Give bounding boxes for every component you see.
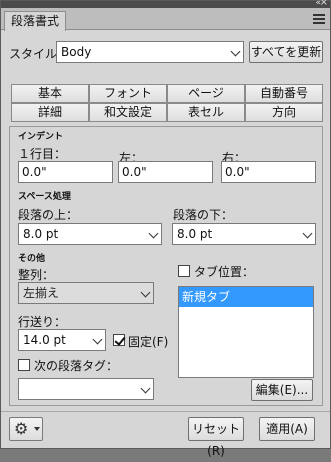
space-above-select[interactable]: 8.0 pt: [18, 223, 162, 245]
leading-select[interactable]: 14.0 pt: [18, 329, 106, 351]
fixed-checkbox[interactable]: [113, 334, 125, 346]
dropdown-arrow-icon: [34, 427, 40, 431]
leading-label: 行送り：: [18, 315, 67, 329]
alignment-label: 整列：: [18, 268, 55, 282]
alignment-select[interactable]: 左揃え: [18, 282, 154, 304]
list-item[interactable]: 新規タブ: [179, 287, 313, 307]
chevron-down-icon: [148, 228, 159, 239]
gear-icon: ⚙: [14, 419, 29, 438]
tab-direction[interactable]: 方向: [245, 103, 323, 122]
chevron-down-icon: [230, 46, 241, 57]
close-icon[interactable]: ×: [320, 0, 328, 8]
chevron-down-icon: [140, 287, 151, 298]
next-tag-checkbox[interactable]: [18, 359, 30, 371]
panel-tab-bar: 段落書式: [1, 8, 330, 31]
right-indent-field[interactable]: 0.0": [221, 161, 316, 183]
tab-numbering[interactable]: 自動番号: [245, 84, 323, 103]
panel-top-strip: « ×: [1, 0, 330, 8]
edit-button[interactable]: 編集(E)...: [251, 379, 313, 401]
space-below-label: 段落の下：: [173, 208, 234, 222]
first-line-field[interactable]: 0.0": [18, 161, 113, 183]
other-heading: その他: [18, 254, 46, 264]
panel-title-tab[interactable]: 段落書式: [4, 11, 67, 31]
chevron-down-icon: [92, 334, 103, 345]
apply-button[interactable]: 適用(A): [259, 417, 315, 441]
tab-stops-label: タブ位置：: [194, 265, 255, 279]
spacing-heading: スペース処理: [18, 192, 71, 202]
chevron-down-icon: [140, 383, 151, 394]
left-indent-field[interactable]: 0.0": [118, 161, 213, 183]
space-above-label: 段落の上：: [18, 208, 79, 222]
indent-heading: インデント: [18, 132, 64, 142]
space-below-value: 8.0 pt: [177, 227, 213, 241]
fixed-label: 固定(F): [128, 335, 169, 349]
update-all-button[interactable]: すべてを更新: [249, 41, 323, 63]
tab-page[interactable]: ページ: [167, 84, 245, 103]
tab-stops-checkbox[interactable]: [178, 265, 190, 277]
tab-basic[interactable]: 基本: [11, 84, 89, 103]
chevron-down-icon: [302, 228, 313, 239]
style-value: Body: [61, 45, 92, 59]
tab-asian[interactable]: 和文設定: [89, 103, 167, 122]
space-above-value: 8.0 pt: [23, 227, 59, 241]
tab-advanced[interactable]: 詳細: [11, 103, 89, 122]
settings-menu-button[interactable]: ⚙: [9, 417, 43, 441]
space-below-select[interactable]: 8.0 pt: [172, 223, 316, 245]
style-select[interactable]: Body: [56, 41, 244, 63]
paragraph-format-panel: « × 段落書式 スタイル： Body すべてを更新 基本 フォント ページ 自…: [0, 0, 331, 458]
tab-font[interactable]: フォント: [89, 84, 167, 103]
menu-icon[interactable]: [313, 14, 325, 24]
tab-table-cell[interactable]: 表セル: [167, 103, 245, 122]
footer-divider: [1, 411, 330, 412]
tab-stops-list[interactable]: 新規タブ: [178, 286, 314, 378]
alignment-value: 左揃え: [23, 286, 60, 300]
next-tag-select[interactable]: [18, 378, 154, 400]
next-tag-label: 次の段落タグ：: [34, 359, 119, 373]
leading-value: 14.0 pt: [23, 333, 66, 347]
first-line-label: １行目：: [18, 147, 67, 161]
reset-button[interactable]: リセット(R): [188, 417, 244, 458]
